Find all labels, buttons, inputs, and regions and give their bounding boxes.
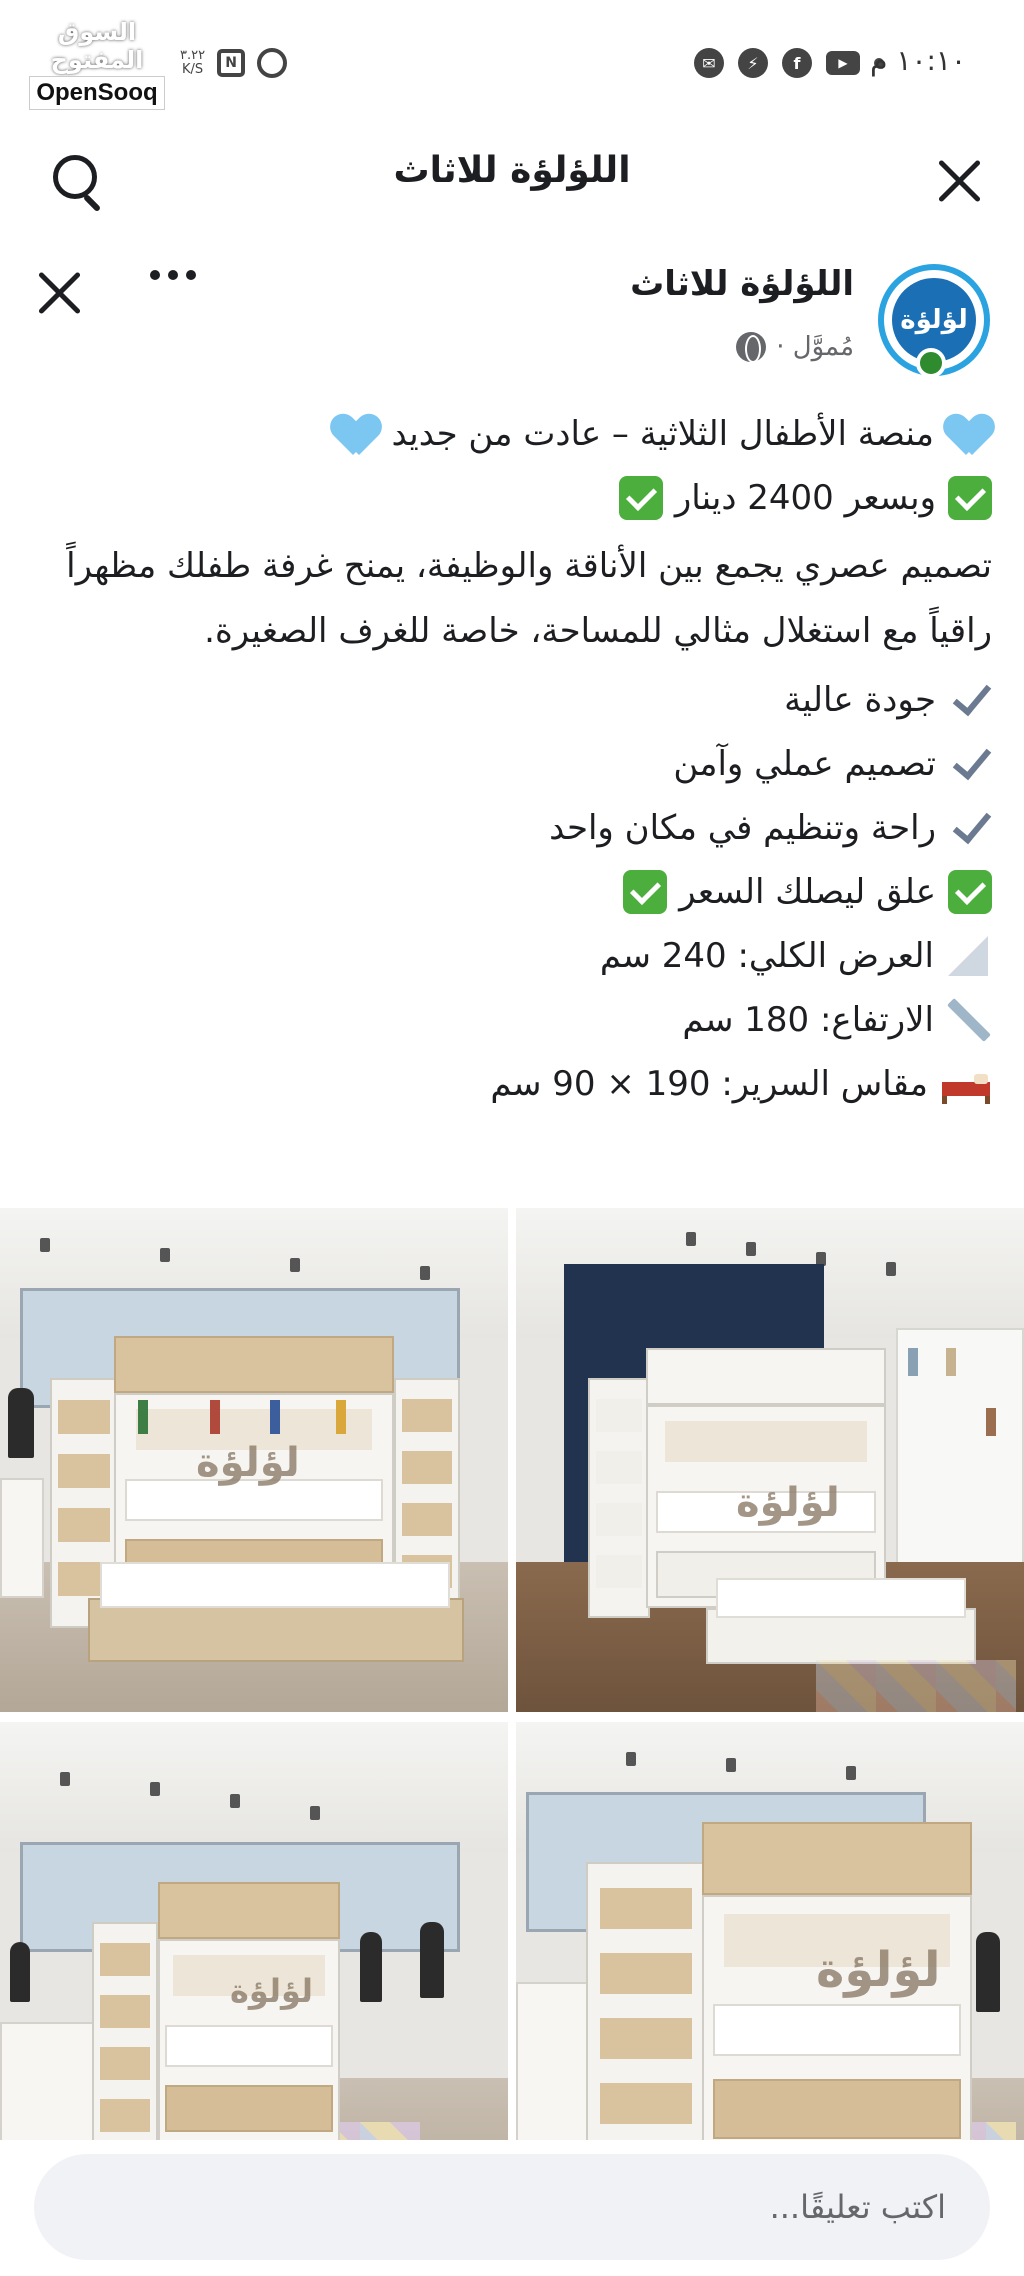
green-check-icon xyxy=(948,476,992,520)
page-name[interactable]: اللؤلؤة للاثاث xyxy=(630,264,854,304)
feature-item: تصميم عملي وآمن xyxy=(30,732,992,796)
close-icon xyxy=(35,269,83,317)
post-photo-grid: لؤلؤة لؤلؤة لؤلؤة لؤلؤة xyxy=(0,1208,1024,2238)
top-bar: اللؤلؤة للاثاث xyxy=(0,130,1024,230)
check-mark-icon xyxy=(948,806,992,850)
sponsored-row: مُموَّل · xyxy=(736,332,854,363)
cta-line: علق ليصلك السعر xyxy=(30,860,992,924)
post-price-line: وبسعر 2400 دينار xyxy=(30,466,992,530)
feature-item: راحة وتنظيم في مكان واحد xyxy=(30,796,992,860)
blue-heart-icon xyxy=(946,413,992,455)
watermark-arabic: السوق المفتوح xyxy=(50,18,144,74)
triangular-ruler-icon xyxy=(946,934,992,978)
photo-watermark: لؤلؤة xyxy=(196,1440,300,1486)
spec-height: الارتفاع: 180 سم xyxy=(30,988,992,1052)
blue-heart-icon xyxy=(333,413,379,455)
youtube-icon: ▶ xyxy=(826,51,860,75)
messages-icon: ✉ xyxy=(694,48,724,78)
photo-watermark: لؤلؤة xyxy=(816,1942,941,1998)
close-button[interactable] xyxy=(924,146,994,216)
online-status-dot xyxy=(916,348,946,378)
green-check-icon xyxy=(623,870,668,914)
page-title: اللؤلؤة للاثاث xyxy=(393,150,631,191)
hide-post-button[interactable] xyxy=(24,258,94,328)
feature-item: جودة عالية xyxy=(30,668,992,732)
messenger-icon: ⚡ xyxy=(738,48,768,78)
green-check-icon xyxy=(618,476,663,520)
straight-ruler-icon xyxy=(946,998,992,1042)
status-bar: السوق المفتوح OpenSooq ٣.٢٢ K/S N ✉ ⚡ f … xyxy=(0,0,1024,130)
post-header: لؤلؤة اللؤلؤة للاثاث مُموَّل · xyxy=(0,240,1024,400)
more-options-icon[interactable] xyxy=(150,270,196,280)
opensooq-watermark: السوق المفتوح OpenSooq xyxy=(22,18,172,110)
post-photo[interactable]: لؤلؤة xyxy=(516,1208,1024,1712)
post-body: منصة الأطفال الثلاثية – عادت من جديد وبس… xyxy=(30,402,992,1116)
post-photo[interactable]: لؤلؤة xyxy=(0,1208,508,1712)
status-system-icons: ٣.٢٢ K/S N xyxy=(180,48,288,78)
notification-icons: ✉ ⚡ f ▶ xyxy=(694,48,884,78)
check-mark-icon xyxy=(948,678,992,722)
network-speed: ٣.٢٢ K/S xyxy=(180,48,206,77)
spec-width: العرض الكلي: 240 سم xyxy=(30,924,992,988)
post-headline: منصة الأطفال الثلاثية – عادت من جديد xyxy=(30,402,992,466)
post-description: تصميم عصري يجمع بين الأناقة والوظيفة، يم… xyxy=(66,546,992,651)
green-check-icon xyxy=(948,870,992,914)
spec-bed-size: مقاس السرير: 190 × 90 سم xyxy=(30,1052,992,1116)
alarm-icon xyxy=(257,48,288,78)
globe-icon xyxy=(736,332,767,363)
comment-input[interactable]: اكتب تعليقًا... xyxy=(34,2154,990,2260)
nfc-icon: N xyxy=(217,49,246,77)
photo-watermark: لؤلؤة xyxy=(230,1972,314,2010)
status-time: ١٠:١٠ م xyxy=(870,44,966,77)
comment-bar: اكتب تعليقًا... xyxy=(0,2140,1024,2276)
sponsored-label: مُموَّل · xyxy=(776,332,854,362)
close-icon xyxy=(935,157,983,205)
bed-icon xyxy=(940,1064,992,1104)
facebook-icon: f xyxy=(782,48,812,78)
check-mark-icon xyxy=(948,742,992,786)
photo-watermark: لؤلؤة xyxy=(736,1480,840,1526)
watermark-latin: OpenSooq xyxy=(29,76,165,110)
